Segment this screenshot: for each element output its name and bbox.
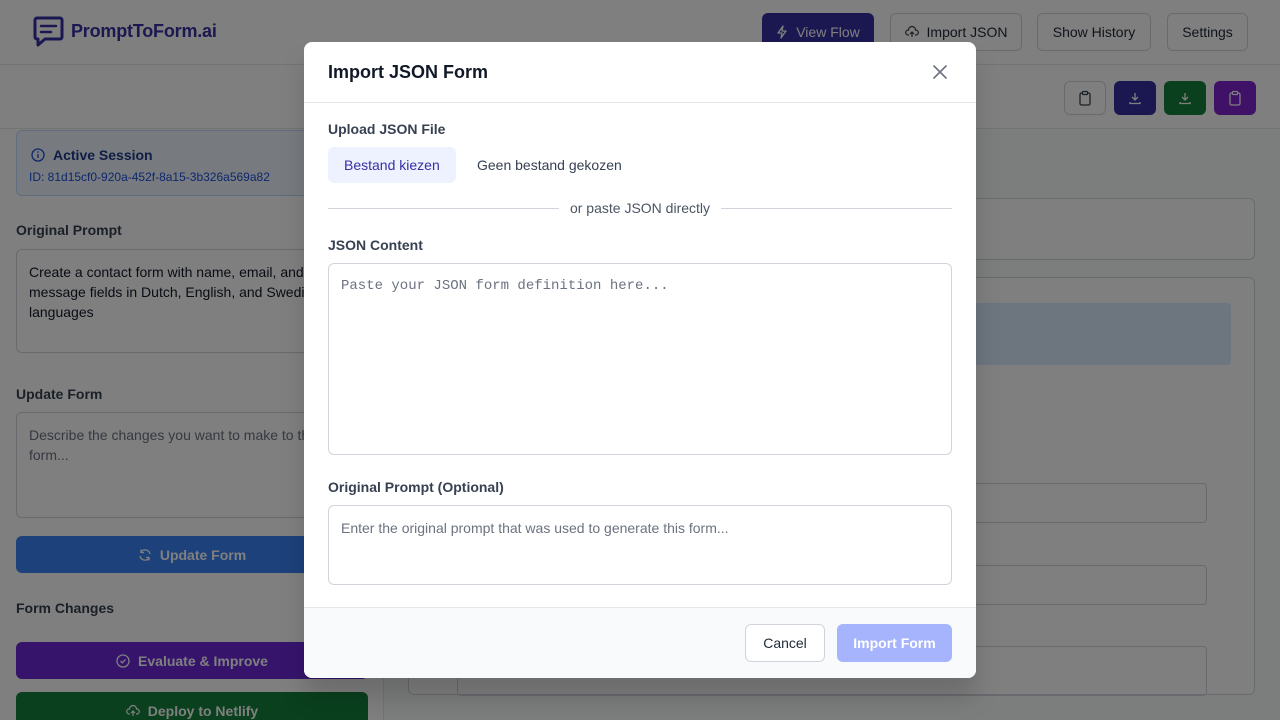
close-icon xyxy=(933,65,947,79)
json-content-label: JSON Content xyxy=(328,237,423,253)
original-prompt-optional-label: Original Prompt (Optional) xyxy=(328,479,504,495)
modal-header: Import JSON Form xyxy=(304,42,976,103)
close-button[interactable] xyxy=(928,60,952,84)
cancel-button[interactable]: Cancel xyxy=(745,624,825,662)
import-form-button[interactable]: Import Form xyxy=(837,624,952,662)
upload-file-label: Upload JSON File xyxy=(328,121,446,137)
modal-footer: Cancel Import Form xyxy=(304,607,976,678)
json-content-textarea[interactable]: Paste your JSON form definition here... xyxy=(328,263,952,455)
divider-text: or paste JSON directly xyxy=(561,200,719,216)
import-json-modal: Import JSON Form Upload JSON File Bestan… xyxy=(304,42,976,678)
original-prompt-input[interactable]: Enter the original prompt that was used … xyxy=(328,505,952,585)
file-status-text: Geen bestand gekozen xyxy=(477,157,622,173)
paste-divider: or paste JSON directly xyxy=(328,200,952,216)
choose-file-button[interactable]: Bestand kiezen xyxy=(328,147,456,183)
modal-title: Import JSON Form xyxy=(328,62,489,82)
